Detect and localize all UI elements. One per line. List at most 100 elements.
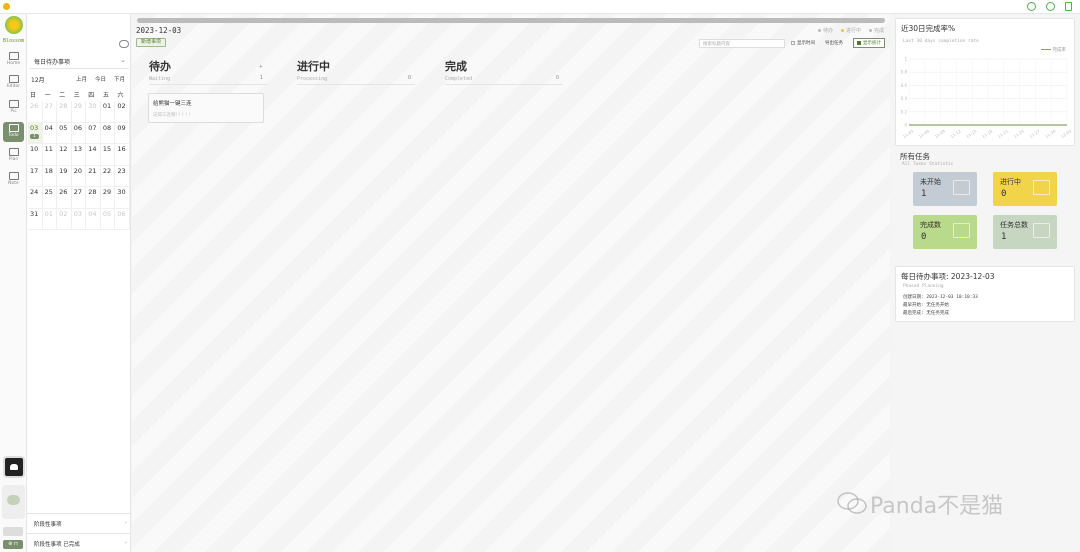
calendar-day[interactable]: 22 — [100, 165, 116, 187]
calendar-day[interactable]: 20 — [71, 165, 87, 187]
chart-subtitle: Last 30 days completion rate — [903, 39, 979, 44]
task-card[interactable]: 给熊猫一键三连 记得三连啊! ! ! ! ! — [148, 93, 264, 123]
refresh-icon[interactable] — [1027, 2, 1036, 11]
task-meta: 记得三连啊! ! ! ! ! — [153, 113, 191, 118]
calendar-day[interactable]: 30 — [115, 187, 130, 209]
day-number: 17 — [30, 166, 39, 175]
calendar-day[interactable]: 09 — [115, 122, 130, 144]
calendar-day[interactable]: 26 — [57, 187, 72, 209]
cloud-upload-button[interactable] — [2, 485, 25, 519]
prev-month-button[interactable]: 上月 — [73, 74, 90, 84]
phased-completed-label: 阶段性事项 已完成 — [34, 542, 80, 548]
current-date: 2023-12-03 — [136, 26, 182, 35]
next-month-button[interactable]: 下月 — [111, 74, 128, 84]
calendar-day[interactable]: 18 — [42, 165, 58, 187]
calendar-day[interactable]: 12 — [57, 144, 72, 166]
day-number: 14 — [88, 145, 97, 153]
calendar-day[interactable]: 15 — [100, 144, 116, 166]
logo-text: Blossom — [2, 38, 25, 44]
calendar-day[interactable]: 02 — [57, 208, 72, 230]
theme-toggle[interactable] — [3, 527, 23, 536]
day-number: 30 — [88, 102, 97, 110]
chart-title: 近30日完成率% — [901, 24, 956, 33]
phased-completed-link[interactable]: 阶段性事项 已完成 › — [27, 533, 131, 552]
calendar-day[interactable]: 01 — [42, 208, 58, 230]
calendar-day[interactable]: 27 — [71, 187, 87, 209]
chevron-right-icon: › — [124, 540, 127, 546]
stat-total: 任务总数 1 — [993, 215, 1057, 249]
logo-icon[interactable] — [5, 16, 23, 34]
show-stats-toggle[interactable]: 显示统计 — [853, 38, 885, 48]
rail-footer-buttons[interactable]: ⊕ ⊓ — [3, 540, 23, 549]
calendar-day[interactable]: 01 — [100, 101, 116, 123]
calendar-day[interactable]: 05 — [100, 208, 116, 230]
calendar-day[interactable]: 13 — [71, 144, 87, 166]
calendar-day[interactable]: 28 — [57, 101, 72, 123]
record-icon[interactable] — [1046, 2, 1055, 11]
weekday-label: 五 — [102, 92, 109, 99]
x-tick-label: 11-15 — [965, 128, 978, 139]
phased-items-link[interactable]: 阶段性事项 › — [27, 513, 131, 533]
search-input[interactable]: 搜索标题内容 — [699, 38, 785, 48]
day-number: 01 — [102, 102, 112, 110]
status-legend: 待办 进行中 完成 — [817, 27, 884, 34]
calendar-day[interactable]: 24 — [28, 187, 43, 209]
calendar-day[interactable]: 30 — [86, 101, 101, 123]
show-time-checkbox[interactable]: 显示时间 — [791, 40, 815, 46]
legend-dot — [868, 29, 872, 32]
sidebar-toggle-icon[interactable] — [1065, 2, 1072, 11]
nav-item-editor[interactable]: Editor — [3, 73, 24, 93]
calendar-day[interactable]: 29 — [71, 101, 87, 123]
nav-item-plan[interactable]: Plan — [3, 146, 24, 166]
calendar-day[interactable]: 08 — [100, 122, 116, 144]
day-number: 02 — [59, 209, 68, 218]
column-title: 进行中 — [297, 60, 330, 73]
calendar-day[interactable]: 07 — [86, 122, 101, 144]
calendar-day[interactable]: 05 — [57, 122, 72, 144]
add-task-button[interactable]: 新增事项 — [136, 38, 167, 47]
info-subtitle: Phased Planning — [903, 284, 944, 289]
calendar-day[interactable]: 03 1 — [28, 122, 43, 144]
calendar-day[interactable]: 21 — [86, 165, 101, 187]
calendar-day[interactable]: 26 — [28, 101, 43, 123]
calendar-day[interactable]: 19 — [57, 165, 72, 187]
dropdown-label: 每日待办事项 — [34, 59, 71, 66]
calendar-day[interactable]: 28 — [86, 187, 101, 209]
chevron-right-icon: › — [124, 520, 127, 526]
calendar-day[interactable]: 14 — [86, 144, 101, 166]
day-number: 01 — [44, 209, 53, 218]
x-tick-label: 11-21 — [997, 128, 1010, 139]
home-icon — [8, 52, 19, 60]
calendar-day[interactable]: 04 — [42, 122, 58, 144]
nav-item-note[interactable]: Note — [3, 170, 24, 190]
nav-item-home[interactable]: Home — [3, 50, 24, 70]
calendar-day[interactable]: 23 — [115, 165, 130, 187]
calendar-day[interactable]: 06 — [71, 122, 87, 144]
today-button[interactable]: 今日 — [92, 74, 109, 84]
calendar-day[interactable]: 06 — [115, 208, 130, 230]
cloud-icon[interactable] — [119, 40, 129, 48]
calendar-day[interactable]: 31 — [28, 208, 43, 230]
calendar-day[interactable]: 02 — [115, 101, 130, 123]
add-icon[interactable]: + — [259, 64, 263, 70]
avatar[interactable] — [3, 456, 25, 478]
export-button[interactable]: 导出任务 — [821, 38, 847, 48]
calendar-day[interactable]: 16 — [115, 144, 130, 166]
plan-type-dropdown[interactable]: 每日待办事项 ⌄ — [29, 53, 129, 69]
day-number: 04 — [44, 123, 53, 132]
stat-label: 任务总数 — [1000, 221, 1028, 229]
calendar-day[interactable]: 17 — [28, 165, 43, 187]
day-number: 27 — [73, 188, 82, 196]
calendar-day[interactable]: 25 — [42, 187, 58, 209]
calendar-day[interactable]: 29 — [100, 187, 116, 209]
calendar-icon — [953, 180, 970, 195]
day-number: 26 — [59, 188, 68, 196]
nav-item-pic[interactable]: Pic — [3, 98, 24, 118]
calendar-day[interactable]: 11 — [42, 144, 58, 166]
calendar-day[interactable]: 04 — [86, 208, 101, 230]
calendar-day[interactable]: 10 — [28, 144, 43, 166]
nav-item-todo[interactable]: Todo — [3, 122, 24, 142]
calendar-day[interactable]: 03 — [71, 208, 87, 230]
calendar-day[interactable]: 27 — [42, 101, 58, 123]
day-number: 19 — [59, 166, 68, 175]
